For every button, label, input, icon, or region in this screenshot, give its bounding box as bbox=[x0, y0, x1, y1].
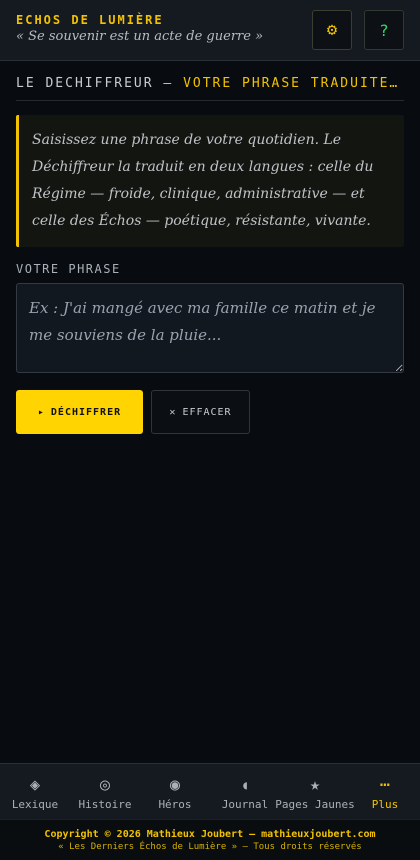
page-title-prefix: LE DÉCHIFFREUR — bbox=[16, 76, 184, 91]
half-moon-icon: ◖ bbox=[241, 778, 249, 792]
footer: Copyright © 2026 Mathieux Joubert — math… bbox=[0, 819, 420, 860]
play-icon: ▸ bbox=[37, 406, 45, 418]
nav-item-label: Héros bbox=[158, 798, 192, 811]
diamond-icon: ◈ bbox=[29, 775, 41, 795]
star-icon: ★ bbox=[309, 775, 321, 795]
nav-item-histoire[interactable]: ◎ Histoire bbox=[70, 764, 140, 820]
app-motto: « Se souvenir est un acte de guerre » bbox=[16, 29, 264, 44]
intro-callout: Saisissez une phrase de votre quotidien.… bbox=[16, 115, 404, 247]
app-title: ECHOS DE LUMIÈRE bbox=[16, 13, 164, 27]
clear-button-label: EFFACER bbox=[182, 406, 232, 418]
help-icon: ? bbox=[379, 20, 389, 40]
more-icon: ⋯ bbox=[379, 775, 391, 795]
target-icon: ◎ bbox=[99, 775, 111, 795]
phrase-input[interactable] bbox=[16, 283, 404, 373]
footer-rights: « Les Derniers Échos de Lumière » — Tous… bbox=[58, 842, 362, 852]
circle-dot-icon: ◉ bbox=[169, 775, 181, 795]
decipher-button-label: DÉCHIFFRER bbox=[50, 406, 122, 418]
settings-button[interactable]: ⚙ bbox=[312, 10, 352, 50]
page-title: LE DÉCHIFFREUR — VOTRE PHRASE TRADUITE… bbox=[16, 76, 404, 91]
close-icon: ✕ bbox=[169, 406, 177, 418]
clear-button[interactable]: ✕ EFFACER bbox=[151, 390, 250, 434]
nav-item-label: Journal bbox=[221, 798, 269, 811]
nav-item-heros[interactable]: ◉ Héros bbox=[140, 764, 210, 820]
nav-item-pages-jaunes[interactable]: ★ Pages Jaunes bbox=[275, 764, 354, 820]
nav-item-label: Pages Jaunes bbox=[275, 798, 355, 811]
nav-item-journal[interactable]: ◖ Journal bbox=[210, 764, 280, 820]
app-header: ECHOS DE LUMIÈRE « Se souvenir est un ac… bbox=[0, 0, 420, 61]
nav-item-plus[interactable]: ⋯ Plus bbox=[350, 764, 420, 820]
gear-icon: ⚙ bbox=[326, 20, 338, 40]
help-button[interactable]: ? bbox=[364, 10, 404, 50]
nav-item-label: Plus bbox=[371, 798, 399, 811]
nav-item-label: Lexique bbox=[11, 798, 59, 811]
page-title-accent: VOTRE PHRASE TRADUITE… bbox=[183, 76, 400, 91]
nav-item-lexique[interactable]: ◈ Lexique bbox=[0, 764, 70, 820]
nav-item-label: Histoire bbox=[78, 798, 132, 811]
footer-copyright: Copyright © 2026 Mathieux Joubert — math… bbox=[44, 829, 376, 840]
phrase-label: VOTRE PHRASE bbox=[16, 262, 121, 276]
divider bbox=[16, 100, 404, 101]
bottom-nav: ◈ Lexique ◎ Histoire ◉ Héros ◖ Journal ★… bbox=[0, 763, 420, 819]
decipher-button[interactable]: ▸ DÉCHIFFRER bbox=[16, 390, 143, 434]
